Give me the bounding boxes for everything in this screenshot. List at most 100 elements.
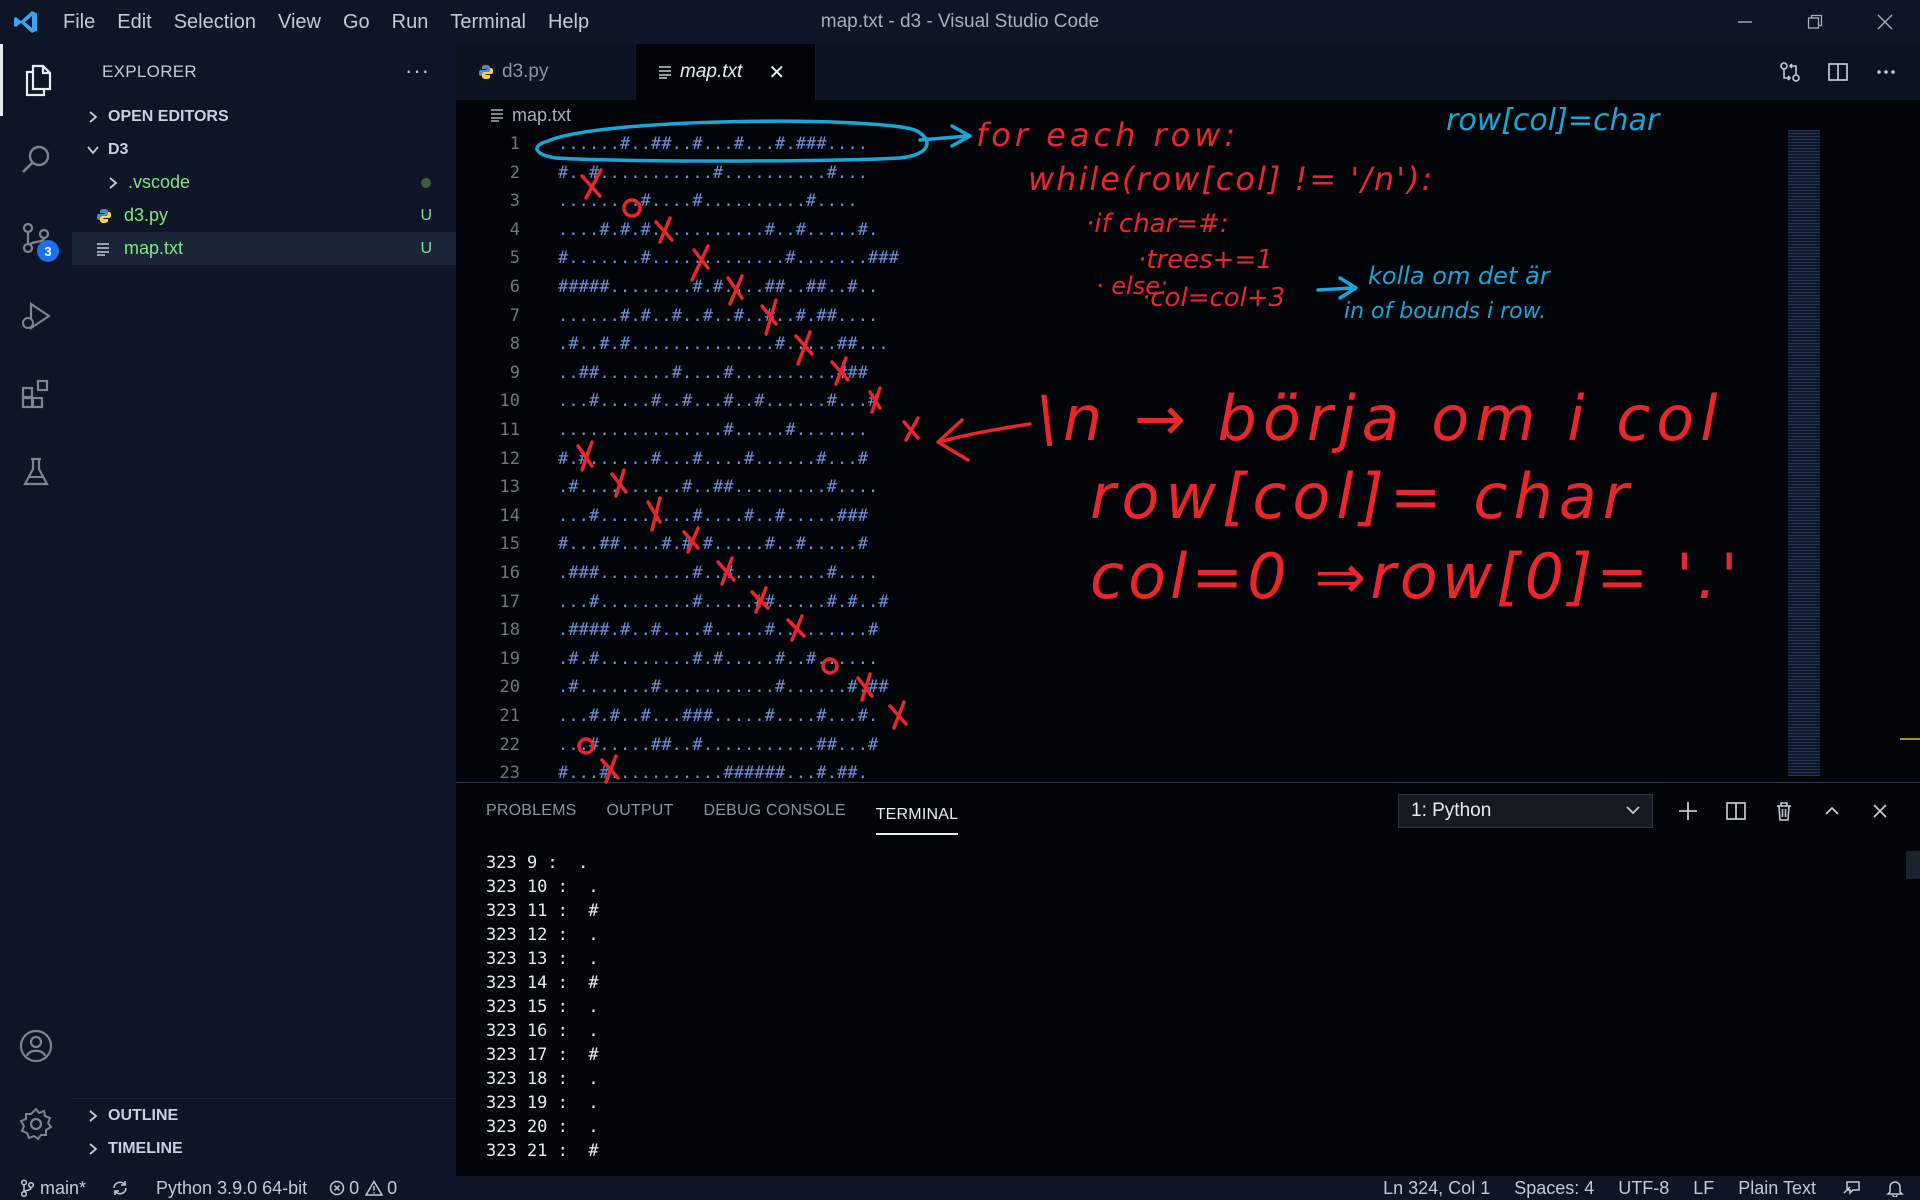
menu-go[interactable]: Go bbox=[332, 0, 381, 44]
breadcrumb-file: map.txt bbox=[512, 104, 572, 125]
explorer-icon[interactable] bbox=[0, 44, 72, 116]
code-line[interactable]: ...#.....##..#...........##...# bbox=[558, 731, 878, 760]
outline-section[interactable]: OUTLINE TIMELINE bbox=[72, 1098, 456, 1165]
tab-label: map.txt bbox=[680, 61, 743, 82]
cursor-position[interactable]: Ln 324, Col 1 bbox=[1371, 1176, 1502, 1200]
line-number: 11 bbox=[499, 420, 520, 440]
split-editor-icon[interactable] bbox=[1814, 44, 1862, 100]
terminal-scrollbar[interactable] bbox=[1906, 851, 1920, 879]
timeline-section[interactable]: TIMELINE bbox=[72, 1132, 456, 1165]
text-file-icon bbox=[490, 108, 504, 122]
code-line[interactable]: #####........#.#....##..##..#.. bbox=[558, 273, 878, 302]
extensions-icon[interactable] bbox=[0, 358, 72, 430]
open-editors-section[interactable]: OPEN EDITORS bbox=[72, 100, 456, 133]
tab-problems[interactable]: PROBLEMS bbox=[486, 783, 577, 839]
chevron-right-icon bbox=[82, 110, 104, 124]
minimap[interactable] bbox=[1788, 130, 1820, 776]
terminal-line: 323 20 : . bbox=[486, 1117, 599, 1137]
folder-d3-section[interactable]: D3 bbox=[72, 133, 456, 166]
close-tab-icon[interactable]: ✕ bbox=[768, 60, 785, 85]
chevron-right-icon bbox=[82, 1142, 104, 1156]
open-changes-icon[interactable] bbox=[1766, 44, 1814, 100]
timeline-label: TIMELINE bbox=[108, 1139, 183, 1157]
close-window-button[interactable] bbox=[1850, 0, 1920, 44]
menu-selection[interactable]: Selection bbox=[163, 0, 267, 44]
notifications-bell-icon[interactable] bbox=[1876, 1176, 1920, 1200]
tab-d3-py[interactable]: d3.py bbox=[456, 44, 636, 100]
code-line[interactable]: ...#.........#....#..#.....### bbox=[558, 502, 868, 531]
code-line[interactable]: ....#.#.#...........#..#.....#. bbox=[558, 216, 878, 245]
code-line[interactable]: ...#.........#.....##.....#.#..# bbox=[558, 588, 889, 617]
code-line[interactable]: .###.........#..#.........#.... bbox=[558, 559, 878, 588]
problems-status[interactable]: 0 0 bbox=[317, 1176, 407, 1200]
trash-icon[interactable] bbox=[1760, 791, 1808, 831]
code-line[interactable]: ..##.......#....#..........### bbox=[558, 359, 868, 388]
split-terminal-icon[interactable] bbox=[1712, 791, 1760, 831]
tab-output[interactable]: OUTPUT bbox=[607, 783, 674, 839]
code-line[interactable]: #.#......#...#....#......#...# bbox=[558, 445, 868, 474]
editor-area[interactable]: map.txt 1 ......#..##..#...#...#.###.... 2… bbox=[456, 100, 1920, 782]
menu-file[interactable]: File bbox=[52, 0, 106, 44]
terminal-output[interactable]: 323 9 : . 323 10 : . 323 11 : # 323 12 : . 3… bbox=[486, 851, 599, 1163]
menu-run[interactable]: Run bbox=[381, 0, 440, 44]
chevron-right-icon bbox=[82, 1109, 104, 1123]
code-line[interactable]: #.......#.............#.......### bbox=[558, 244, 899, 273]
code-line[interactable]: ........#....#..........#.... bbox=[558, 187, 858, 216]
run-debug-icon[interactable] bbox=[0, 280, 72, 352]
sync-icon[interactable] bbox=[96, 1176, 140, 1200]
encoding[interactable]: UTF-8 bbox=[1606, 1176, 1681, 1200]
restore-button[interactable] bbox=[1780, 0, 1850, 44]
line-number: 15 bbox=[499, 534, 520, 555]
code-line[interactable]: .#..........#..##.........#.... bbox=[558, 473, 878, 502]
code-line[interactable]: .####.#..#....#.....#.........# bbox=[558, 616, 878, 645]
python-interpreter[interactable]: Python 3.9.0 64-bit bbox=[140, 1176, 317, 1200]
line-number: 9 bbox=[509, 362, 520, 383]
breadcrumb[interactable]: map.txt bbox=[456, 100, 1920, 130]
line-number: 20 bbox=[499, 677, 520, 698]
line-number: 23 bbox=[499, 763, 520, 782]
menu-help[interactable]: Help bbox=[537, 0, 600, 44]
chevron-right-icon bbox=[102, 176, 124, 190]
new-terminal-plus-icon[interactable] bbox=[1664, 791, 1712, 831]
end-of-line[interactable]: LF bbox=[1681, 1176, 1726, 1200]
code-line[interactable]: ................#.....#....... bbox=[558, 416, 868, 445]
python-file-icon bbox=[478, 64, 494, 80]
tree-item-d3-py[interactable]: d3.py U bbox=[72, 199, 456, 232]
code-line[interactable]: #...##....#.#.#.....#..#.....# bbox=[558, 530, 868, 559]
maximize-panel-chevron-up-icon[interactable] bbox=[1808, 791, 1856, 831]
testing-flask-icon[interactable] bbox=[0, 436, 72, 508]
menu-bar: File Edit Selection View Go Run Terminal… bbox=[52, 0, 600, 44]
branch-status[interactable]: main* bbox=[0, 1176, 96, 1200]
tab-map-txt[interactable]: map.txt ✕ bbox=[636, 44, 816, 100]
feedback-icon[interactable] bbox=[1828, 1176, 1876, 1200]
code-line[interactable]: ......#.#..#..#..#..#..#.##.... bbox=[558, 302, 878, 331]
code-line[interactable]: #..#...........#..........#... bbox=[558, 159, 868, 188]
code-line[interactable]: .#.......#...........#......#.## bbox=[558, 673, 889, 702]
close-panel-icon[interactable] bbox=[1856, 791, 1904, 831]
accounts-icon[interactable] bbox=[0, 1010, 72, 1082]
settings-gear-icon[interactable] bbox=[0, 1088, 72, 1160]
panel-actions bbox=[1664, 791, 1904, 831]
tab-debug-console[interactable]: DEBUG CONSOLE bbox=[704, 783, 846, 839]
code-line[interactable]: ...#.#..#...###.....#....#...#. bbox=[558, 702, 878, 731]
tree-item-map-txt[interactable]: map.txt U bbox=[72, 232, 456, 265]
menu-terminal[interactable]: Terminal bbox=[439, 0, 537, 44]
line-number: 1 bbox=[509, 134, 520, 154]
tab-terminal[interactable]: TERMINAL bbox=[875, 795, 959, 835]
more-actions-icon[interactable] bbox=[1862, 44, 1910, 100]
menu-view[interactable]: View bbox=[267, 0, 332, 44]
code-line[interactable]: ......#..##..#...#...#.###.... bbox=[558, 130, 868, 159]
explorer-more-actions-icon[interactable]: ··· bbox=[405, 58, 430, 84]
tree-item-vscode-folder[interactable]: .vscode bbox=[72, 166, 456, 199]
search-icon[interactable] bbox=[0, 124, 72, 196]
menu-edit[interactable]: Edit bbox=[106, 0, 162, 44]
minimize-button[interactable] bbox=[1710, 0, 1780, 44]
code-line[interactable]: ...#.....#..#...#..#......#...# bbox=[558, 387, 878, 416]
terminal-select[interactable]: 1: Python bbox=[1398, 794, 1653, 828]
language-mode[interactable]: Plain Text bbox=[1726, 1176, 1828, 1200]
code-line[interactable]: .#..#.#..............#.....##... bbox=[558, 330, 889, 359]
indentation[interactable]: Spaces: 4 bbox=[1502, 1176, 1606, 1200]
source-control-icon[interactable]: 3 bbox=[0, 202, 72, 274]
code-line[interactable]: .#.#.........#.#.....#..#...... bbox=[558, 645, 878, 674]
code-line[interactable]: #...#...........######...#.##. bbox=[558, 759, 868, 782]
